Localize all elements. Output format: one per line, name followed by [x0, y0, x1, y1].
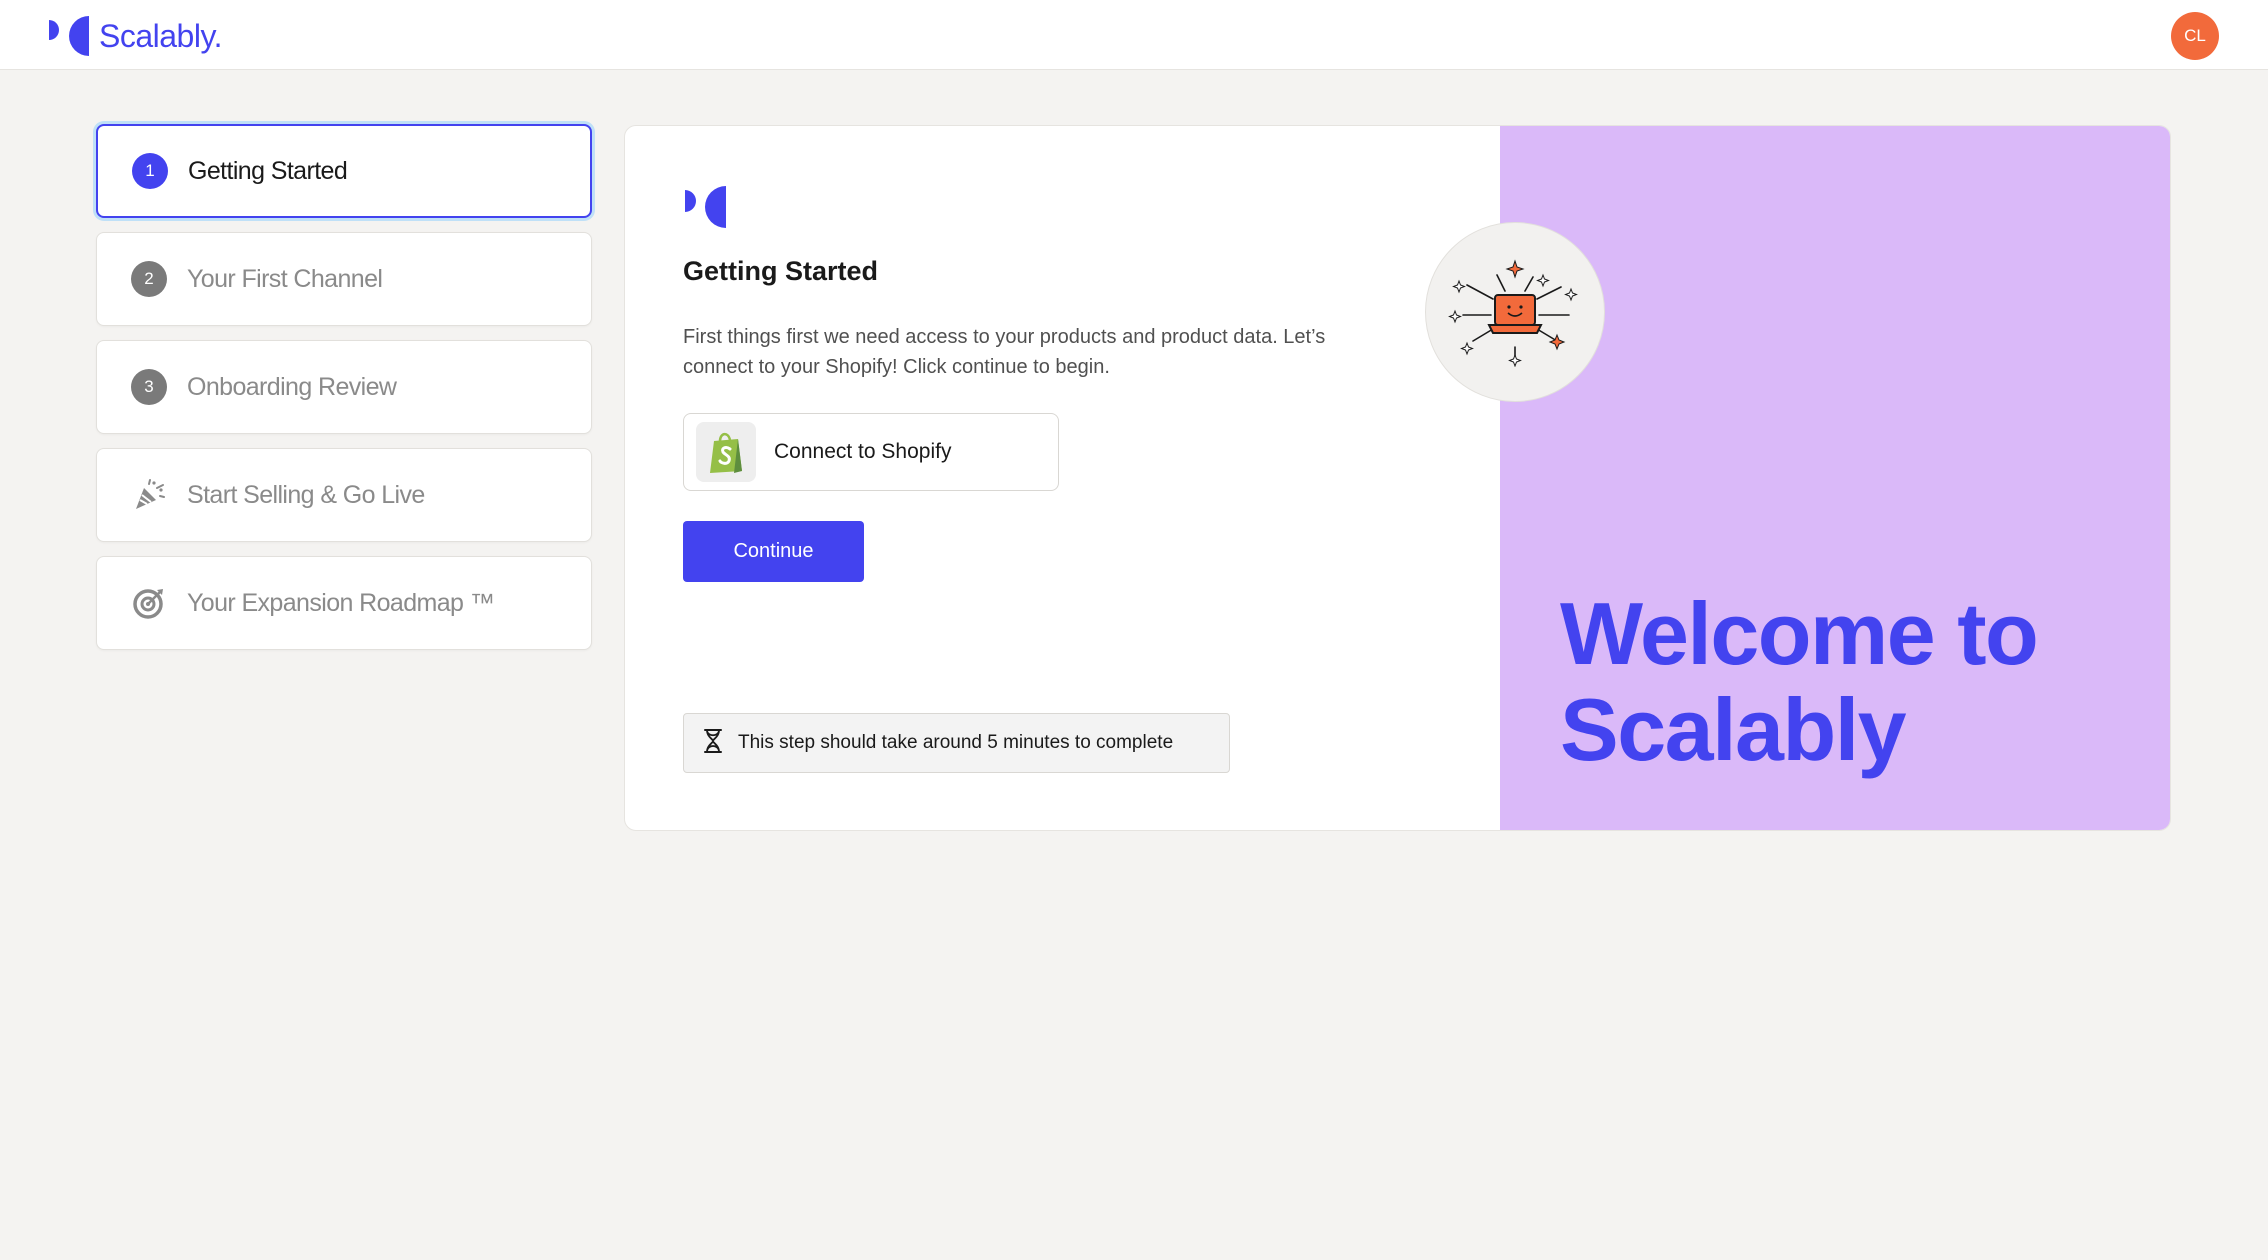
step-label: Your Expansion Roadmap ™ — [187, 588, 495, 617]
welcome-panel: Welcome to Scalably — [1500, 126, 2170, 830]
step-label: Onboarding Review — [187, 372, 397, 401]
shopify-icon — [696, 422, 756, 482]
step-expansion-roadmap[interactable]: Your Expansion Roadmap ™ — [96, 556, 592, 650]
connect-shopify-button[interactable]: Connect to Shopify — [683, 413, 1059, 491]
welcome-line-1: Welcome to — [1560, 584, 2039, 683]
welcome-line-2: Scalably — [1560, 680, 1907, 779]
laptop-sparkle-icon — [1448, 259, 1578, 367]
step-label: Your First Channel — [187, 264, 383, 293]
step-number: 1 — [132, 153, 168, 189]
step-number: 2 — [131, 261, 167, 297]
hourglass-icon — [702, 728, 724, 759]
getting-started-card: Getting Started First things first we ne… — [624, 125, 2171, 831]
page-description: First things first we need access to you… — [683, 326, 1326, 378]
laptop-illustration — [1425, 222, 1605, 402]
step-start-selling[interactable]: Start Selling & Go Live — [96, 448, 592, 542]
connect-shopify-label: Connect to Shopify — [774, 440, 952, 463]
top-bar: Scalably. CL — [0, 0, 2268, 70]
brand-name: Scalably. — [99, 17, 222, 54]
scalably-mark-icon — [683, 186, 729, 233]
welcome-heading: Welcome to Scalably — [1560, 584, 2039, 779]
target-icon — [131, 585, 167, 621]
step-getting-started[interactable]: 1 Getting Started — [96, 124, 592, 218]
page-title: Getting Started — [683, 256, 879, 286]
brand-logo[interactable]: Scalably. — [47, 14, 222, 56]
scalably-logo-icon — [49, 16, 89, 56]
step-your-first-channel[interactable]: 2 Your First Channel — [96, 232, 592, 326]
step-label: Getting Started — [188, 156, 348, 185]
step-onboarding-review[interactable]: 3 Onboarding Review — [96, 340, 592, 434]
party-popper-icon — [131, 477, 167, 513]
step-number: 3 — [131, 369, 167, 405]
time-estimate-text: This step should take around 5 minutes t… — [738, 732, 1174, 753]
user-avatar[interactable]: CL — [2171, 12, 2219, 60]
step-label: Start Selling & Go Live — [187, 480, 425, 509]
continue-button[interactable]: Continue — [683, 521, 864, 582]
time-estimate-note: This step should take around 5 minutes t… — [683, 713, 1230, 773]
